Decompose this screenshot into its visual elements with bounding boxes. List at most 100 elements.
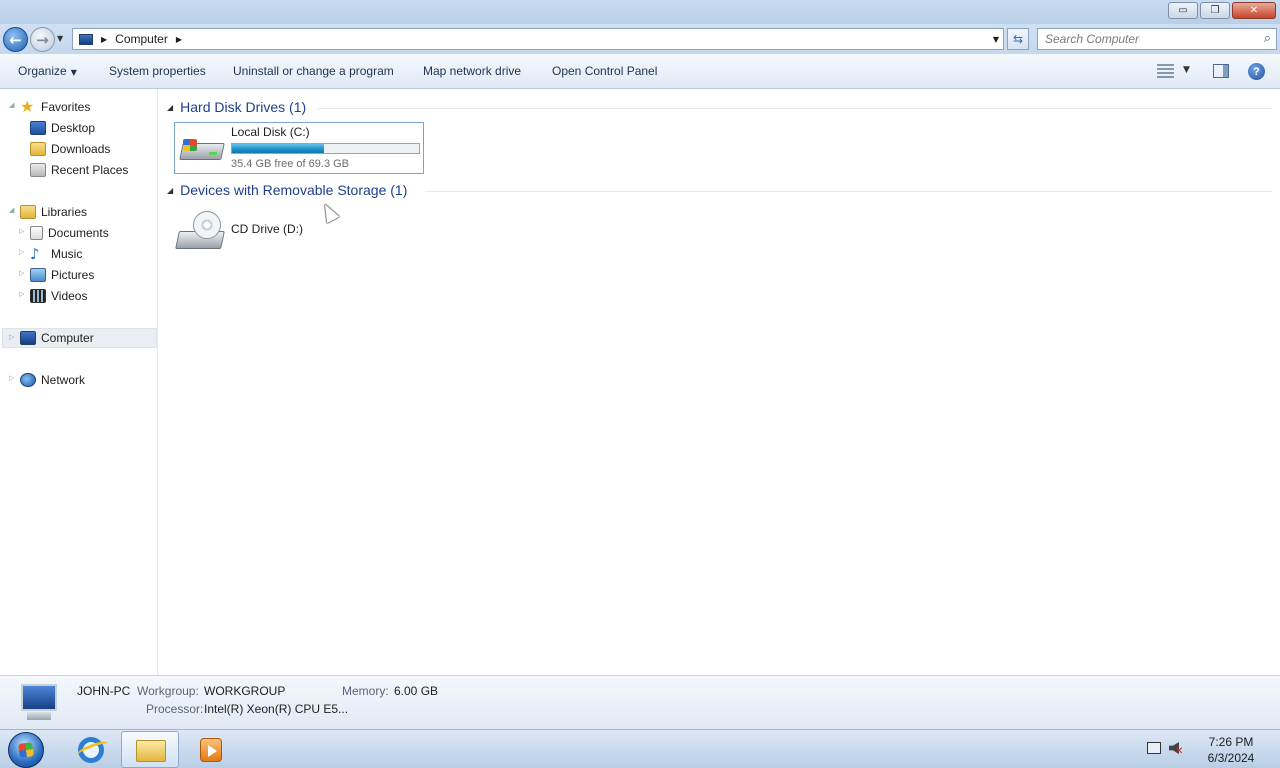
nav-item-documents[interactable]: ▷ Documents: [19, 223, 109, 243]
memory-value: 6.00 GB: [394, 684, 439, 698]
forward-button[interactable]: →: [30, 27, 55, 52]
expand-icon[interactable]: ▷: [19, 269, 24, 277]
cd-drive-icon: [175, 211, 227, 255]
clock-date: 6/3/2024: [1207, 751, 1255, 765]
workgroup-label: Workgroup:: [137, 684, 199, 698]
expand-icon[interactable]: ▷: [19, 290, 24, 298]
address-bar[interactable]: ▶ Computer ▶ ▼: [72, 28, 1004, 50]
group-divider: [317, 108, 1272, 109]
recent-places-icon: [30, 163, 46, 177]
breadcrumb-chevron-icon[interactable]: ▶: [176, 35, 182, 44]
group-divider: [425, 191, 1272, 192]
nav-network[interactable]: ▷ Network: [9, 370, 86, 390]
nav-item-videos[interactable]: ▷ Videos: [19, 286, 87, 306]
nav-item-desktop[interactable]: Desktop: [30, 118, 95, 138]
nav-item-music[interactable]: ▷ ♪ Music: [19, 244, 83, 264]
mute-x-icon: ✕: [1175, 746, 1184, 757]
view-options-dropdown[interactable]: ▼: [1183, 65, 1190, 75]
refresh-button[interactable]: ⇆: [1007, 28, 1029, 50]
search-icon[interactable]: ⌕: [1264, 31, 1271, 46]
window-controls: ▭ ❐ ✕: [1168, 2, 1276, 19]
libraries-icon: [20, 205, 36, 219]
breadcrumb-separator-icon[interactable]: ▶: [101, 35, 107, 44]
details-pane: JOHN-PC Workgroup: WORKGROUP Memory: 6.0…: [0, 675, 1280, 729]
ie-icon: [78, 737, 104, 763]
media-player-icon: [200, 738, 222, 762]
change-view-icon[interactable]: [1157, 64, 1174, 78]
organize-button[interactable]: Organize ▼: [18, 64, 77, 78]
start-orb-icon[interactable]: [8, 732, 44, 768]
collapse-group-icon[interactable]: ◢: [167, 186, 173, 195]
organize-label: Organize: [18, 64, 67, 78]
collapse-icon[interactable]: ◢: [9, 101, 14, 109]
address-row: ← → ▼ ▶ Computer ▶ ▼ ⇆ ⌕: [0, 24, 1280, 54]
group-header-removable-storage[interactable]: ◢ Devices with Removable Storage (1): [167, 182, 1272, 198]
nav-libraries[interactable]: ◢ Libraries: [9, 202, 88, 222]
nav-item-label: Downloads: [51, 142, 111, 156]
computer-name: JOHN-PC: [77, 684, 131, 698]
breadcrumb-computer[interactable]: Computer: [115, 32, 168, 46]
title-bar: ▭ ❐ ✕: [0, 0, 1280, 24]
nav-network-label: Network: [41, 373, 86, 387]
close-button[interactable]: ✕: [1232, 2, 1276, 19]
nav-favorites[interactable]: ◢ ★ Favorites: [9, 97, 90, 117]
address-dropdown-icon[interactable]: ▼: [993, 35, 999, 44]
help-icon[interactable]: ?: [1248, 63, 1265, 80]
drive-usage-bar: [231, 143, 420, 154]
navigation-pane: ◢ ★ Favorites Desktop Downloads Recent P…: [0, 89, 158, 675]
taskbar-windows-explorer[interactable]: [121, 731, 179, 768]
desktop-icon: [30, 121, 46, 135]
forward-icon: →: [36, 30, 49, 49]
content-pane: ◢ Hard Disk Drives (1) Local Disk (C:) 3…: [159, 89, 1280, 675]
nav-item-downloads[interactable]: Downloads: [30, 139, 110, 159]
refresh-icon: ⇆: [1012, 32, 1024, 46]
network-tray-icon[interactable]: [1147, 742, 1161, 754]
expand-icon[interactable]: ▷: [9, 374, 14, 382]
drive-name: CD Drive (D:): [231, 222, 303, 236]
command-bar: Organize ▼ System properties Uninstall or…: [0, 54, 1280, 89]
computer-monitor-icon: [17, 684, 61, 722]
minimize-button[interactable]: ▭: [1168, 2, 1198, 19]
processor-value: Intel(R) Xeon(R) CPU E5...: [204, 702, 349, 716]
nav-computer[interactable]: ▷ Computer: [2, 328, 157, 348]
back-icon: ←: [9, 30, 22, 49]
workgroup-value: WORKGROUP: [204, 684, 286, 698]
back-button[interactable]: ←: [3, 27, 28, 52]
nav-item-label: Pictures: [51, 268, 95, 282]
nav-item-recent-places[interactable]: Recent Places: [30, 160, 128, 180]
music-icon: ♪: [30, 245, 40, 263]
system-tray: ✕: [1145, 740, 1185, 758]
drive-cd-d[interactable]: CD Drive (D:): [174, 207, 344, 259]
nav-libraries-label: Libraries: [41, 205, 88, 219]
star-icon: ★: [20, 97, 35, 116]
map-network-drive-button[interactable]: Map network drive: [423, 64, 521, 78]
taskbar-media-player[interactable]: [181, 731, 239, 768]
clock-time: 7:26 PM: [1208, 735, 1254, 749]
group-title: Hard Disk Drives (1): [180, 99, 307, 115]
expand-icon[interactable]: ▷: [9, 333, 14, 341]
expand-icon[interactable]: ▷: [19, 248, 24, 256]
nav-item-label: Desktop: [51, 121, 96, 135]
preview-pane-icon[interactable]: [1213, 64, 1229, 78]
drive-free-space: 35.4 GB free of 69.3 GB: [231, 158, 350, 170]
pictures-icon: [30, 268, 46, 282]
group-header-hard-disk-drives[interactable]: ◢ Hard Disk Drives (1): [167, 99, 1272, 115]
drive-local-disk-c[interactable]: Local Disk (C:) 35.4 GB free of 69.3 GB: [174, 122, 424, 174]
processor-label: Processor:: [146, 702, 204, 716]
search-input[interactable]: [1038, 32, 1248, 46]
clock[interactable]: 7:26 PM 6/3/2024: [1196, 734, 1266, 766]
drive-usage-fill: [232, 144, 324, 153]
search-box[interactable]: ⌕: [1037, 28, 1277, 50]
recent-pages-dropdown[interactable]: ▼: [57, 34, 63, 43]
nav-item-label: Music: [51, 247, 83, 261]
collapse-group-icon[interactable]: ◢: [167, 103, 173, 112]
open-control-panel-button[interactable]: Open Control Panel: [552, 64, 657, 78]
system-properties-button[interactable]: System properties: [109, 64, 206, 78]
restore-button[interactable]: ❐: [1200, 2, 1230, 19]
videos-icon: [30, 289, 46, 303]
taskbar-internet-explorer[interactable]: [62, 731, 120, 768]
nav-item-pictures[interactable]: ▷ Pictures: [19, 265, 95, 285]
expand-icon[interactable]: ▷: [19, 227, 24, 235]
collapse-icon[interactable]: ◢: [9, 206, 14, 214]
uninstall-program-button[interactable]: Uninstall or change a program: [233, 64, 394, 78]
